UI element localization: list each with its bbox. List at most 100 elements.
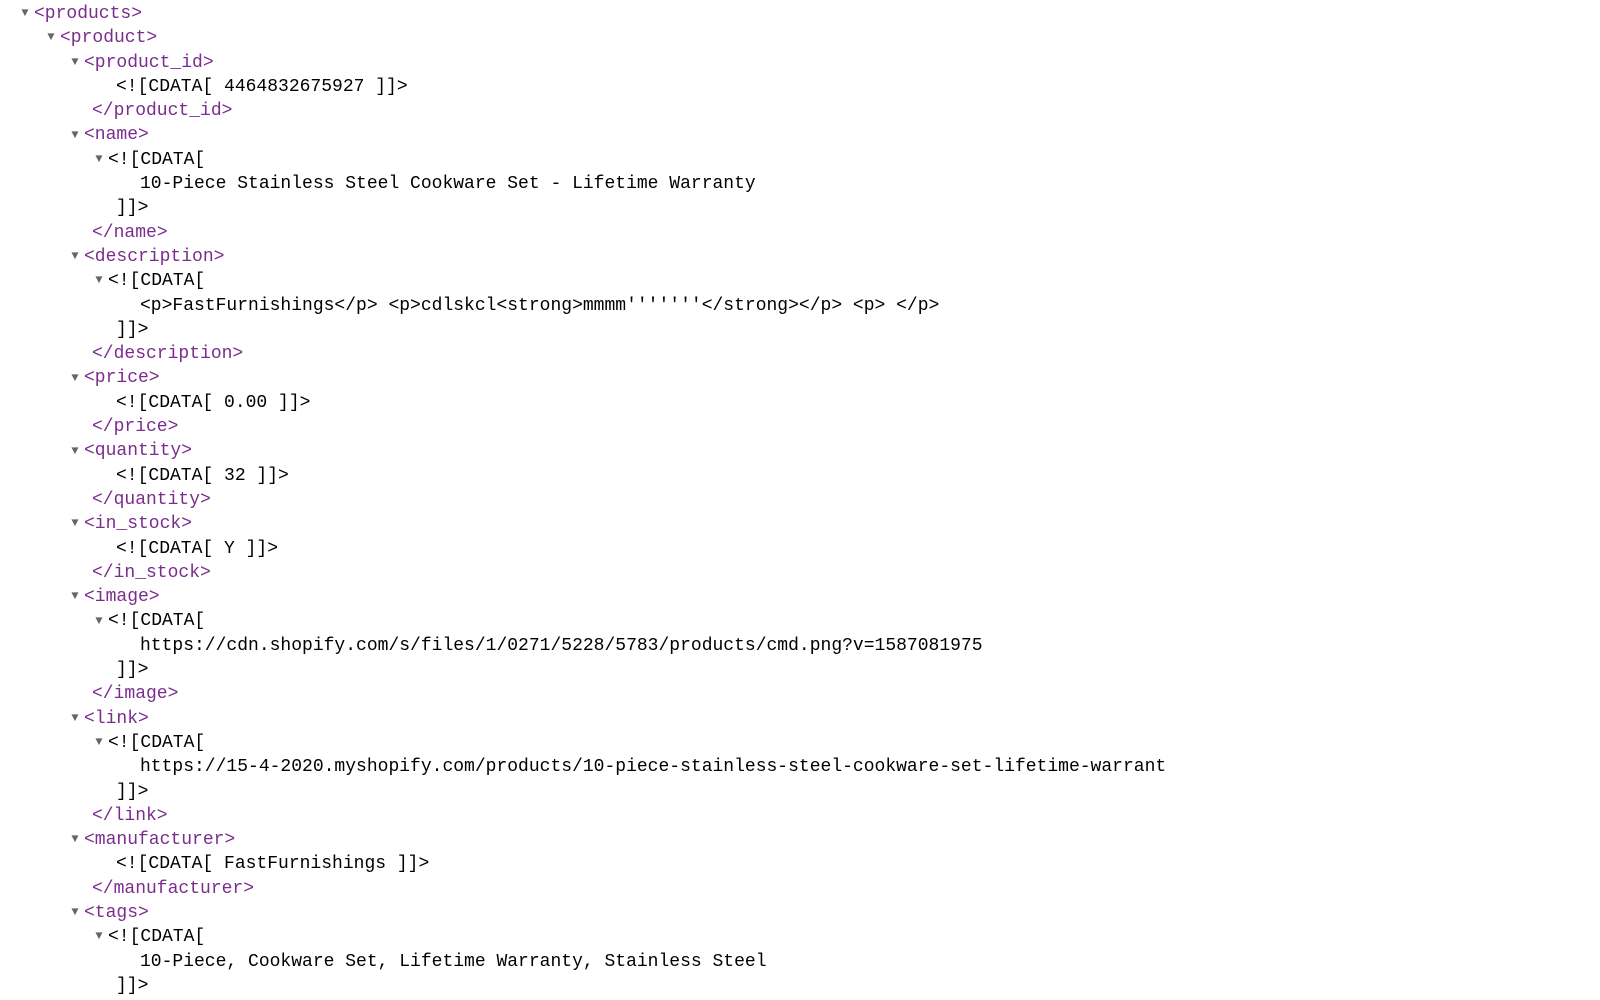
collapse-toggle-icon[interactable]: ▼	[92, 734, 106, 750]
description-close-line: </description>	[4, 342, 1596, 366]
name-close-tag: </name>	[92, 223, 168, 243]
in-stock-open-line[interactable]: ▼<in_stock>	[4, 512, 1596, 536]
tags-cdata-open-line[interactable]: ▼<![CDATA[	[4, 925, 1596, 949]
collapse-toggle-icon[interactable]: ▼	[92, 151, 106, 167]
image-value-line: https://cdn.shopify.com/s/files/1/0271/5…	[4, 634, 1596, 658]
link-close-tag: </link>	[92, 806, 168, 826]
price-value-line: <![CDATA[ 0.00 ]]>	[4, 391, 1596, 415]
collapse-toggle-icon[interactable]: ▼	[44, 29, 58, 45]
price-tag: <price>	[84, 368, 160, 388]
in-stock-close-tag: </in_stock>	[92, 563, 211, 583]
manufacturer-close-tag: </manufacturer>	[92, 879, 254, 899]
products-open-line[interactable]: ▼<products>	[4, 2, 1596, 26]
cdata-close: ]]>	[116, 198, 148, 218]
image-close-line: </image>	[4, 682, 1596, 706]
link-cdata-close-line: ]]>	[4, 780, 1596, 804]
link-cdata-open-line[interactable]: ▼<![CDATA[	[4, 731, 1596, 755]
manufacturer-value: <![CDATA[ FastFurnishings ]]>	[116, 854, 429, 874]
product-id-close-line: </product_id>	[4, 99, 1596, 123]
name-close-line: </name>	[4, 221, 1596, 245]
product-tag: <product>	[60, 28, 157, 48]
collapse-toggle-icon[interactable]: ▼	[68, 588, 82, 604]
collapse-toggle-icon[interactable]: ▼	[68, 370, 82, 386]
image-close-tag: </image>	[92, 684, 178, 704]
tags-value: 10-Piece, Cookware Set, Lifetime Warrant…	[140, 952, 767, 972]
collapse-toggle-icon[interactable]: ▼	[68, 515, 82, 531]
cdata-open: <![CDATA[	[108, 150, 205, 170]
name-value-line: 10-Piece Stainless Steel Cookware Set - …	[4, 172, 1596, 196]
product-id-value-line: <![CDATA[ 4464832675927 ]]>	[4, 75, 1596, 99]
tags-tag: <tags>	[84, 903, 149, 923]
collapse-toggle-icon[interactable]: ▼	[68, 54, 82, 70]
name-open-line[interactable]: ▼<name>	[4, 123, 1596, 147]
description-value-line: <p>FastFurnishings</p> <p>cdlskcl<strong…	[4, 294, 1596, 318]
cdata-close: ]]>	[116, 660, 148, 680]
cdata-close: ]]>	[116, 320, 148, 340]
collapse-toggle-icon[interactable]: ▼	[92, 928, 106, 944]
collapse-toggle-icon[interactable]: ▼	[68, 127, 82, 143]
in-stock-close-line: </in_stock>	[4, 561, 1596, 585]
price-close-line: </price>	[4, 415, 1596, 439]
in-stock-tag: <in_stock>	[84, 514, 192, 534]
in-stock-value-line: <![CDATA[ Y ]]>	[4, 537, 1596, 561]
xml-tree-viewer: ▼<products> ▼<product> ▼<product_id> <![…	[4, 2, 1596, 998]
cdata-open: <![CDATA[	[108, 927, 205, 947]
in-stock-value: <![CDATA[ Y ]]>	[116, 539, 278, 559]
link-close-line: </link>	[4, 804, 1596, 828]
quantity-close-line: </quantity>	[4, 488, 1596, 512]
name-value: 10-Piece Stainless Steel Cookware Set - …	[140, 174, 756, 194]
image-cdata-close-line: ]]>	[4, 658, 1596, 682]
manufacturer-close-line: </manufacturer>	[4, 877, 1596, 901]
description-close-tag: </description>	[92, 344, 243, 364]
cdata-close: ]]>	[116, 976, 148, 996]
quantity-value: <![CDATA[ 32 ]]>	[116, 466, 289, 486]
cdata-close: ]]>	[116, 782, 148, 802]
product-open-line[interactable]: ▼<product>	[4, 26, 1596, 50]
description-open-line[interactable]: ▼<description>	[4, 245, 1596, 269]
product-id-close-tag: </product_id>	[92, 101, 232, 121]
image-value: https://cdn.shopify.com/s/files/1/0271/5…	[140, 636, 983, 656]
link-value: https://15-4-2020.myshopify.com/products…	[140, 757, 1166, 777]
collapse-toggle-icon[interactable]: ▼	[68, 443, 82, 459]
description-cdata-open-line[interactable]: ▼<![CDATA[	[4, 269, 1596, 293]
collapse-toggle-icon[interactable]: ▼	[68, 248, 82, 264]
collapse-toggle-icon[interactable]: ▼	[92, 272, 106, 288]
quantity-tag: <quantity>	[84, 441, 192, 461]
collapse-toggle-icon[interactable]: ▼	[68, 710, 82, 726]
collapse-toggle-icon[interactable]: ▼	[68, 904, 82, 920]
product-id-value: <![CDATA[ 4464832675927 ]]>	[116, 77, 408, 97]
image-tag: <image>	[84, 587, 160, 607]
link-tag: <link>	[84, 709, 149, 729]
tags-value-line: 10-Piece, Cookware Set, Lifetime Warrant…	[4, 950, 1596, 974]
cdata-open: <![CDATA[	[108, 271, 205, 291]
description-tag: <description>	[84, 247, 224, 267]
products-tag: <products>	[34, 4, 142, 24]
name-cdata-open-line[interactable]: ▼<![CDATA[	[4, 148, 1596, 172]
quantity-open-line[interactable]: ▼<quantity>	[4, 439, 1596, 463]
price-open-line[interactable]: ▼<price>	[4, 366, 1596, 390]
quantity-close-tag: </quantity>	[92, 490, 211, 510]
link-open-line[interactable]: ▼<link>	[4, 707, 1596, 731]
manufacturer-value-line: <![CDATA[ FastFurnishings ]]>	[4, 852, 1596, 876]
manufacturer-open-line[interactable]: ▼<manufacturer>	[4, 828, 1596, 852]
tags-cdata-close-line: ]]>	[4, 974, 1596, 998]
manufacturer-tag: <manufacturer>	[84, 830, 235, 850]
description-value: <p>FastFurnishings</p> <p>cdlskcl<strong…	[140, 296, 939, 316]
cdata-open: <![CDATA[	[108, 733, 205, 753]
collapse-toggle-icon[interactable]: ▼	[68, 831, 82, 847]
tags-open-line[interactable]: ▼<tags>	[4, 901, 1596, 925]
price-value: <![CDATA[ 0.00 ]]>	[116, 393, 310, 413]
product-id-open-line[interactable]: ▼<product_id>	[4, 51, 1596, 75]
name-tag: <name>	[84, 125, 149, 145]
cdata-open: <![CDATA[	[108, 611, 205, 631]
collapse-toggle-icon[interactable]: ▼	[92, 613, 106, 629]
name-cdata-close-line: ]]>	[4, 196, 1596, 220]
image-open-line[interactable]: ▼<image>	[4, 585, 1596, 609]
price-close-tag: </price>	[92, 417, 178, 437]
description-cdata-close-line: ]]>	[4, 318, 1596, 342]
collapse-toggle-icon[interactable]: ▼	[18, 5, 32, 21]
link-value-line: https://15-4-2020.myshopify.com/products…	[4, 755, 1596, 779]
quantity-value-line: <![CDATA[ 32 ]]>	[4, 464, 1596, 488]
product-id-tag: <product_id>	[84, 53, 214, 73]
image-cdata-open-line[interactable]: ▼<![CDATA[	[4, 609, 1596, 633]
